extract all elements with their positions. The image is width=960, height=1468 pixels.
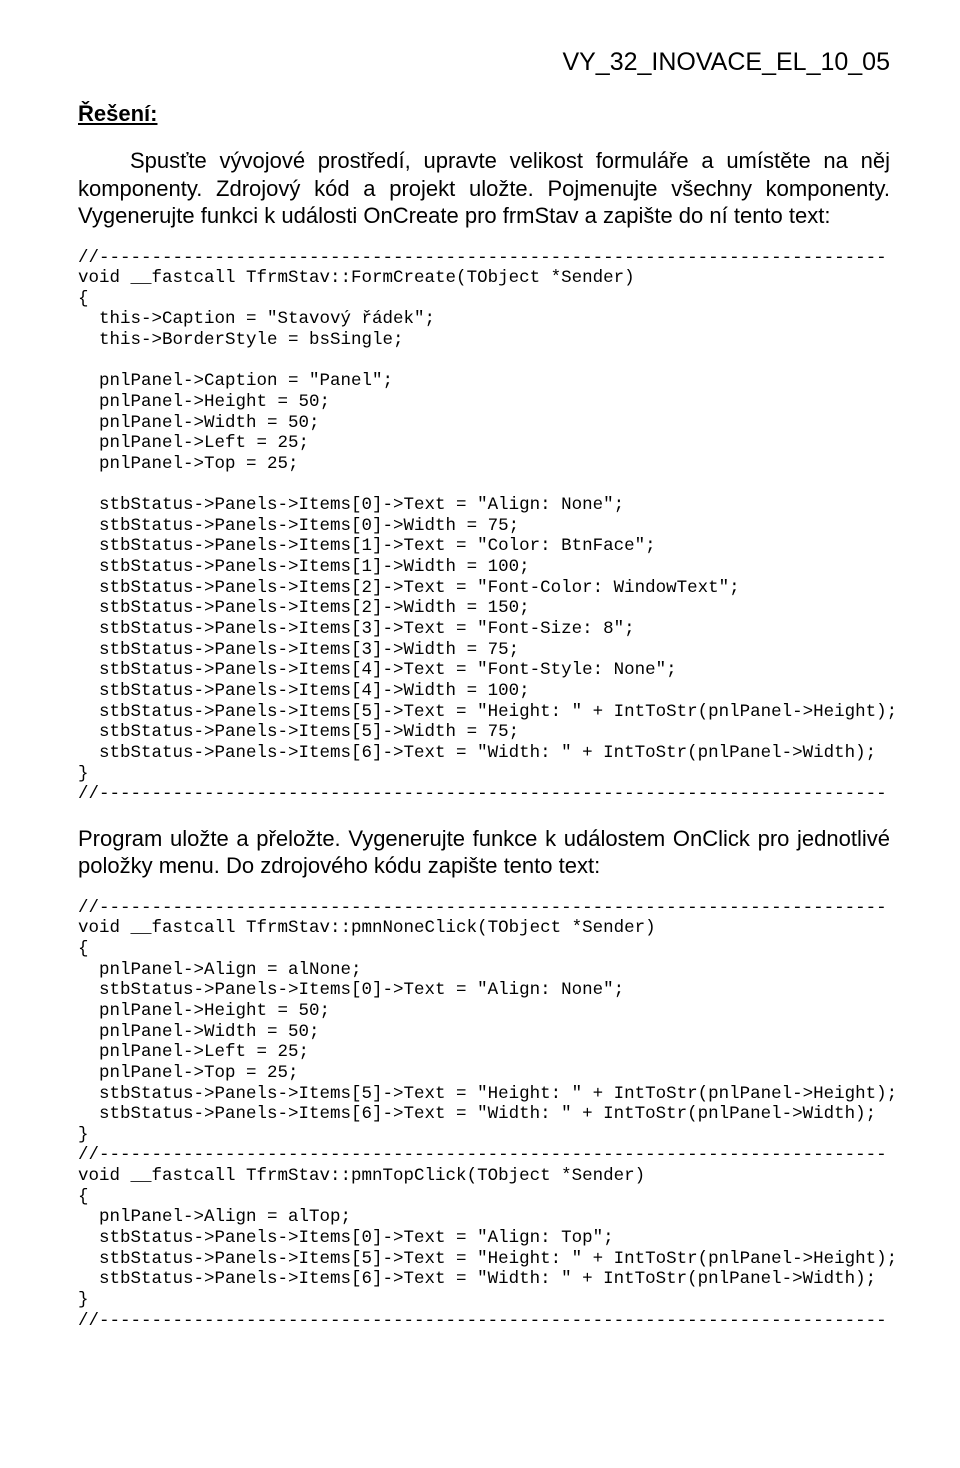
- code-block-2: //--------------------------------------…: [78, 898, 890, 1331]
- document-id: VY_32_INOVACE_EL_10_05: [78, 48, 890, 77]
- section-heading: Řešení:: [78, 101, 890, 127]
- paragraph-1: Spusťte vývojové prostředí, upravte veli…: [78, 147, 890, 230]
- paragraph-2: Program uložte a přeložte. Vygenerujte f…: [78, 825, 890, 880]
- code-block-1: //--------------------------------------…: [78, 248, 890, 805]
